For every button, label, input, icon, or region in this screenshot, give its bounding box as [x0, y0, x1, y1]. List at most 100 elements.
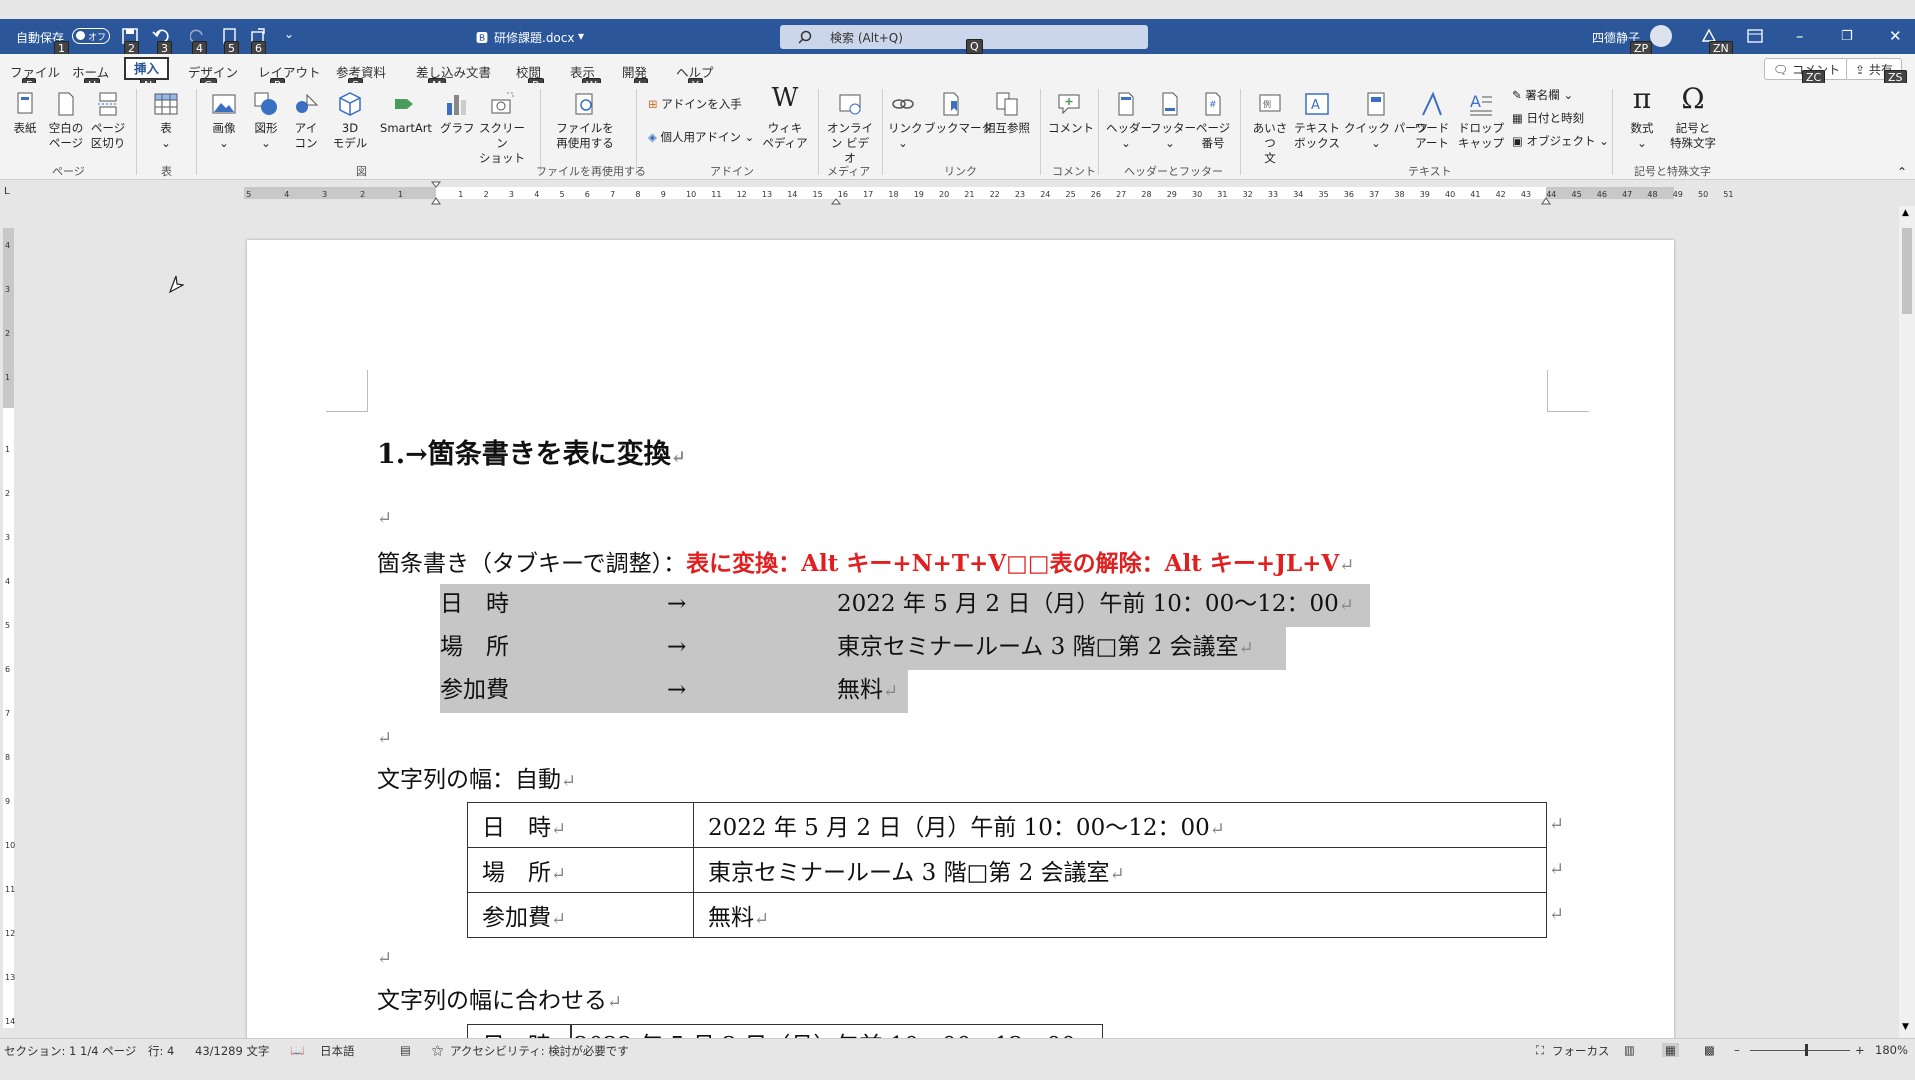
line-status[interactable]: 行: 4	[148, 1043, 174, 1059]
shapes-button[interactable]: 図形 ⌄	[250, 91, 282, 151]
table-row[interactable]: 参加費↵ 無料↵	[467, 892, 1547, 938]
tab-2[interactable]: 挿入	[124, 57, 170, 80]
vruler-number: 4	[5, 577, 10, 586]
table-cell-value[interactable]: 東京セミナールーム 3 階□第 2 会議室↵	[693, 847, 1547, 893]
autosave-toggle[interactable]: オフ	[72, 28, 110, 44]
table-cell-value[interactable]: 2022 年 5 月 2 日（月）午前 10：00～12：00↵	[693, 802, 1547, 848]
zoom-level[interactable]: 180%	[1875, 1043, 1908, 1057]
tab-row-label[interactable]: 日 時	[440, 589, 509, 619]
symbol-button[interactable]: Ω 記号と 特殊文字	[1662, 85, 1724, 151]
scroll-up-icon[interactable]: ▲	[1902, 208, 1909, 218]
cross-reference-button[interactable]: 相互参照	[982, 91, 1032, 136]
screenshot-button[interactable]: スクリーン ショット	[476, 91, 528, 166]
reuse-files-button[interactable]: ファイルを 再使用する	[554, 91, 616, 151]
tab-row-label[interactable]: 場 所	[440, 632, 509, 662]
scrollbar-thumb[interactable]	[1902, 228, 1912, 314]
greeting-icon: 例	[1259, 94, 1281, 112]
auto-width-caption[interactable]: 文字列の幅：自動↵	[377, 765, 576, 797]
table-cell-value[interactable]: 無料↵	[693, 892, 1547, 938]
indent-marker[interactable]	[430, 181, 442, 188]
greeting-button[interactable]: 例あいさつ 文	[1248, 91, 1292, 166]
customize-qat-icon[interactable]: ⌄	[284, 27, 294, 41]
horizontal-ruler[interactable]: L 5 4 3 2 1 1 2 3 4 5 6 7 8 9 10 11 12 13 14 15 16 17 18 19 20 21…	[0, 181, 1915, 205]
datetime-button[interactable]: ▦ 日付と時刻	[1512, 111, 1584, 126]
footer-button[interactable]: フッター ⌄	[1150, 91, 1196, 151]
minimize-icon[interactable]: –	[1796, 27, 1804, 45]
header-button[interactable]: ヘッダー ⌄	[1106, 91, 1152, 151]
chart-button[interactable]: グラフ	[440, 91, 475, 136]
link-button[interactable]: リンク ⌄	[888, 91, 923, 151]
tab-row-value[interactable]: 2022 年 5 月 2 日（月）午前 10：00～12：00↵	[837, 589, 1354, 621]
avatar[interactable]	[1650, 25, 1672, 47]
restore-icon[interactable]: ❐	[1841, 29, 1853, 44]
vertical-ruler[interactable]: 4 3 2 1 1 2 3 4 5 6 7 8 9 10 11 12 13 14	[0, 228, 18, 1028]
close-icon[interactable]: ✕	[1889, 27, 1902, 45]
table-button[interactable]: 表 ⌄	[148, 91, 184, 151]
chevron-down-icon[interactable]: ▾	[578, 29, 584, 43]
icons-button[interactable]: アイ コン	[290, 91, 322, 151]
tab-row-label[interactable]: 参加費	[440, 675, 509, 705]
print-layout-icon[interactable]: ▦	[1662, 1043, 1679, 1057]
tab-row-value[interactable]: 無料↵	[837, 675, 898, 707]
quick-parts-button[interactable]: クイック パーツ ⌄	[1344, 91, 1428, 151]
fit-width-caption[interactable]: 文字列の幅に合わせる↵	[377, 986, 622, 1018]
web-layout-icon[interactable]: ▩	[1704, 1043, 1715, 1057]
blank-page-button[interactable]: 空白の ページ	[46, 91, 86, 151]
comment-button[interactable]: コメント	[1048, 91, 1094, 136]
page-status[interactable]: 1/4 ページ	[80, 1043, 136, 1059]
intro-paragraph[interactable]: 箇条書き（タブキーで調整）：表に変換：Alt キー+N+T+V□□表の解除：Al…	[377, 549, 1354, 581]
signature-line-button[interactable]: ✎ 署名欄 ⌄	[1512, 88, 1573, 103]
bookmark-button[interactable]: ブックマーク	[924, 91, 993, 136]
document-page[interactable]: 1.→箇条書きを表に変換↵ ↵ 箇条書き（タブキーで調整）：表に変換：Alt キ…	[247, 240, 1674, 1054]
scroll-down-icon[interactable]: ▼	[1902, 1022, 1909, 1032]
online-video-icon	[839, 94, 861, 115]
accessibility-status[interactable]: アクセシビリティ: 検討が必要です	[450, 1043, 629, 1059]
page-break-button[interactable]: ページ 区切り	[88, 91, 128, 151]
search-box[interactable]: 検索 (Alt+Q) Q	[780, 25, 1148, 54]
table-cell-label[interactable]: 参加費↵	[467, 892, 694, 938]
filename[interactable]: 研修課題.docx	[494, 29, 574, 46]
smartart-button[interactable]: SmartArt	[376, 91, 436, 136]
picture-button[interactable]: 画像 ⌄	[208, 91, 240, 151]
get-addins-button[interactable]: ⊞ アドインを入手	[648, 97, 742, 112]
tab-row-value[interactable]: 東京セミナールーム 3 階□第 2 会議室↵	[837, 632, 1254, 664]
tab-4[interactable]: レイアウト	[258, 62, 321, 81]
auto-width-table[interactable]: 日 時↵ 2022 年 5 月 2 日（月）午前 10：00～12：00↵ 場 所↵…	[467, 802, 1547, 938]
blank-page-icon	[58, 92, 74, 116]
word-count[interactable]: 43/1289 文字	[195, 1043, 269, 1059]
3d-models-button[interactable]: 3D モデル	[330, 91, 370, 151]
dropcap-button[interactable]: A ドロップ キャップ	[1456, 91, 1506, 151]
online-video-button[interactable]: オンライ ン ビデオ	[826, 91, 874, 166]
zoom-in-icon[interactable]: +	[1855, 1043, 1865, 1057]
cover-page-button[interactable]: 表紙	[10, 91, 40, 136]
wordart-button[interactable]: ワード アート	[1410, 91, 1454, 151]
zoom-out-icon[interactable]: –	[1734, 1043, 1740, 1057]
textbox-button[interactable]: A テキスト ボックス	[1294, 91, 1340, 151]
zoom-slider[interactable]	[1750, 1050, 1850, 1051]
page-number-button[interactable]: # ページ 番号	[1192, 91, 1234, 151]
table-row[interactable]: 日 時↵ 2022 年 5 月 2 日（月）午前 10：00～12：00↵	[467, 802, 1547, 848]
empty-paragraph[interactable]: ↵	[377, 942, 392, 974]
table-row[interactable]: 場 所↵ 東京セミナールーム 3 階□第 2 会議室↵	[467, 847, 1547, 893]
table-cell-label[interactable]: 日 時↵	[467, 802, 694, 848]
empty-paragraph[interactable]: ↵	[377, 722, 392, 754]
indent-marker[interactable]	[431, 197, 441, 205]
focus-mode[interactable]: フォーカス	[1552, 1043, 1610, 1059]
collapse-ribbon-icon[interactable]: ⌃	[1897, 165, 1907, 179]
equation-button[interactable]: π 数式 ⌄	[1624, 85, 1660, 151]
wikipedia-button[interactable]: W ウィキ ペディア	[760, 85, 810, 151]
my-addins-button[interactable]: ◈ 個人用アドイン ⌄	[648, 130, 754, 145]
read-mode-icon[interactable]: ▥	[1624, 1043, 1635, 1057]
proofing-icon[interactable]: 📖	[290, 1043, 304, 1057]
language-status[interactable]: 日本語	[320, 1043, 355, 1059]
indent-marker[interactable]	[830, 198, 842, 205]
object-button[interactable]: ▣ オブジェクト ⌄	[1512, 134, 1609, 149]
ribbon-display-icon[interactable]	[1747, 29, 1763, 43]
empty-paragraph[interactable]: ↵	[377, 502, 392, 534]
table-cell-label[interactable]: 場 所↵	[467, 847, 694, 893]
section-status[interactable]: セクション: 1	[4, 1043, 76, 1059]
vertical-scrollbar[interactable]: ▲ ▼	[1899, 206, 1915, 1038]
zoom-slider-thumb[interactable]	[1805, 1044, 1808, 1056]
heading[interactable]: 1.→箇条書きを表に変換↵	[377, 440, 686, 473]
macro-icon[interactable]: ▤	[400, 1043, 411, 1057]
